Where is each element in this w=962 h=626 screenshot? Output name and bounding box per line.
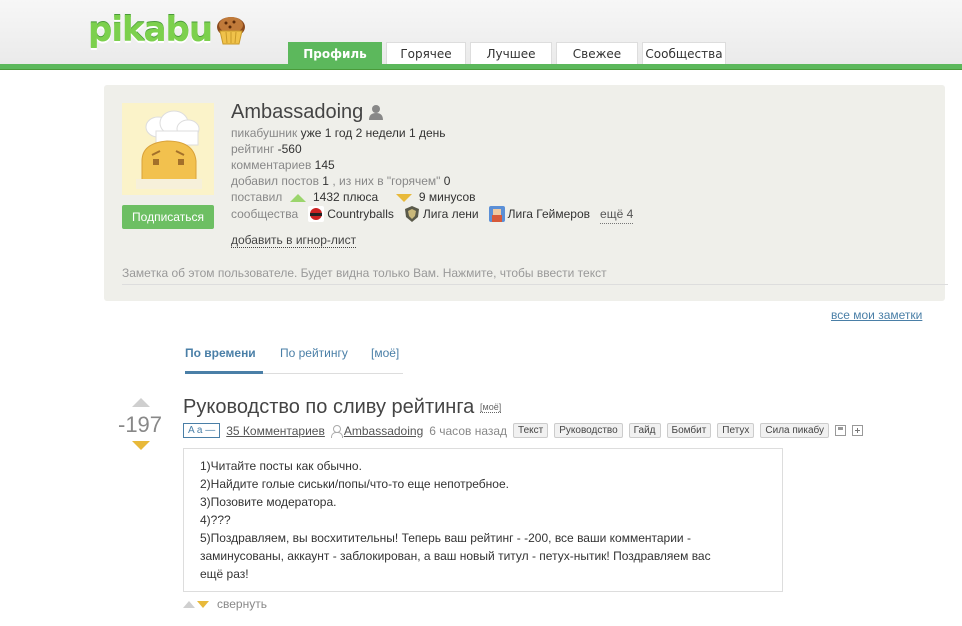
tab-communities[interactable]: Сообщества bbox=[642, 42, 726, 64]
post-body-line: 3)Позовите модератора. bbox=[200, 495, 337, 509]
tab-best[interactable]: Лучшее bbox=[470, 42, 552, 64]
cupcake-icon bbox=[217, 17, 246, 45]
downvote-arrow-icon[interactable] bbox=[132, 441, 150, 450]
pikabu-age-row: пикабушник уже 1 год 2 недели 1 день bbox=[231, 126, 446, 140]
sort-by-time[interactable]: По времени bbox=[185, 346, 256, 360]
tag-item[interactable]: Петух bbox=[717, 423, 755, 438]
user-note-field[interactable]: Заметка об этом пользователе. Будет видн… bbox=[122, 261, 948, 285]
author-icon bbox=[330, 424, 343, 438]
post-meta: A a — 35 Комментариев Ambassadoing 6 час… bbox=[183, 423, 864, 438]
sort-mine[interactable]: [моё] bbox=[371, 346, 399, 360]
post-body-line: 2)Найдите голые сиськи/попы/что-то еще н… bbox=[200, 477, 509, 491]
expand-plus-icon[interactable] bbox=[852, 425, 864, 436]
sort-tabs: По времени По рейтингу [моё] bbox=[185, 338, 403, 374]
tag-item[interactable]: Сила пикабу bbox=[760, 423, 830, 438]
tag-item[interactable]: Гайд bbox=[628, 423, 661, 438]
mine-badge[interactable]: [моё] bbox=[480, 402, 502, 413]
tab-profile[interactable]: Профиль bbox=[288, 42, 382, 64]
user-icon bbox=[369, 105, 384, 120]
votes-row: поставил 1432 плюса 9 минусов bbox=[231, 190, 476, 204]
collapse-link[interactable]: свернуть bbox=[217, 597, 267, 611]
tag-item[interactable]: Текст bbox=[513, 423, 549, 438]
post-body: 1)Читайте посты как обычно. 2)Найдите го… bbox=[183, 448, 783, 592]
active-sort-indicator bbox=[185, 371, 263, 374]
header-divider bbox=[0, 64, 962, 70]
community-countryballs[interactable]: Countryballs bbox=[308, 205, 394, 223]
tab-fresh[interactable]: Свежее bbox=[556, 42, 638, 64]
post-body-line: 5)Поздравляем, вы восхитительны! Теперь … bbox=[200, 531, 691, 545]
save-icon[interactable] bbox=[835, 425, 847, 436]
plus-arrow-icon bbox=[289, 193, 306, 202]
avatar-image bbox=[122, 103, 214, 195]
avatar[interactable] bbox=[122, 103, 214, 195]
footer-downvote-icon[interactable] bbox=[197, 600, 209, 608]
post-author: Ambassadoing bbox=[330, 424, 423, 438]
profile-card: Подписаться Ambassadoing пикабушник уже … bbox=[104, 85, 948, 301]
post-time: 6 часов назад bbox=[429, 423, 508, 438]
post-body-line: 4)??? bbox=[200, 513, 231, 527]
subscribe-button[interactable]: Подписаться bbox=[122, 205, 214, 229]
add-to-ignore-link[interactable]: добавить в игнор-лист bbox=[231, 233, 357, 248]
post-rating: -197 bbox=[118, 412, 163, 437]
logo[interactable]: pikabu bbox=[88, 10, 248, 50]
communities-row: сообщества Countryballs Лига лени Лига Г… bbox=[231, 205, 634, 224]
post-title[interactable]: Руководство по сливу рейтинга bbox=[183, 396, 474, 419]
rating-row: рейтинг -560 bbox=[231, 142, 302, 156]
more-communities-link[interactable]: ещё 4 bbox=[600, 205, 634, 224]
footer-upvote-icon[interactable] bbox=[183, 600, 195, 608]
liga-leni-icon bbox=[404, 206, 419, 222]
tag-item[interactable]: Бомбит bbox=[666, 423, 712, 438]
countryballs-icon bbox=[308, 206, 325, 222]
tag-item[interactable]: Руководство bbox=[554, 423, 623, 438]
comments-link[interactable]: 35 Комментариев bbox=[226, 424, 325, 438]
community-liga-leni[interactable]: Лига лени bbox=[404, 205, 479, 223]
site-header: pikabu Профиль Горячее Лучшее Свежее Соо… bbox=[0, 0, 962, 70]
username-row: Ambassadoing bbox=[231, 99, 633, 125]
upvote-arrow-icon[interactable] bbox=[132, 398, 150, 407]
main-nav-tabs: Профиль Горячее Лучшее Свежее Сообщества bbox=[288, 42, 726, 64]
post-body-line: заминусованы, аккаунт - заблокирован, а … bbox=[200, 549, 711, 563]
username: Ambassadoing bbox=[231, 100, 364, 123]
tab-hot[interactable]: Горячее bbox=[386, 42, 466, 64]
minus-arrow-icon bbox=[395, 193, 412, 202]
liga-geimerov-icon bbox=[488, 206, 505, 222]
all-notes-link[interactable]: все мои заметки bbox=[831, 308, 922, 322]
profile-info: Ambassadoing пикабушник уже 1 год 2 неде… bbox=[231, 99, 634, 224]
logo-text: pikabu bbox=[88, 10, 213, 50]
post-body-line: 1)Читайте посты как обычно. bbox=[200, 459, 362, 473]
font-size-toggle[interactable]: A a — bbox=[183, 423, 221, 438]
author-link[interactable]: Ambassadoing bbox=[344, 424, 423, 438]
comments-row: комментариев 145 bbox=[231, 158, 335, 172]
community-liga-geimerov[interactable]: Лига Геймеров bbox=[488, 205, 590, 223]
post-body-line: ещё раз! bbox=[200, 567, 249, 581]
post-footer: свернуть bbox=[183, 597, 267, 611]
posts-row: добавил постов 1 , из них в "горячем" 0 bbox=[231, 174, 451, 188]
sort-by-rating[interactable]: По рейтингу bbox=[280, 346, 348, 360]
